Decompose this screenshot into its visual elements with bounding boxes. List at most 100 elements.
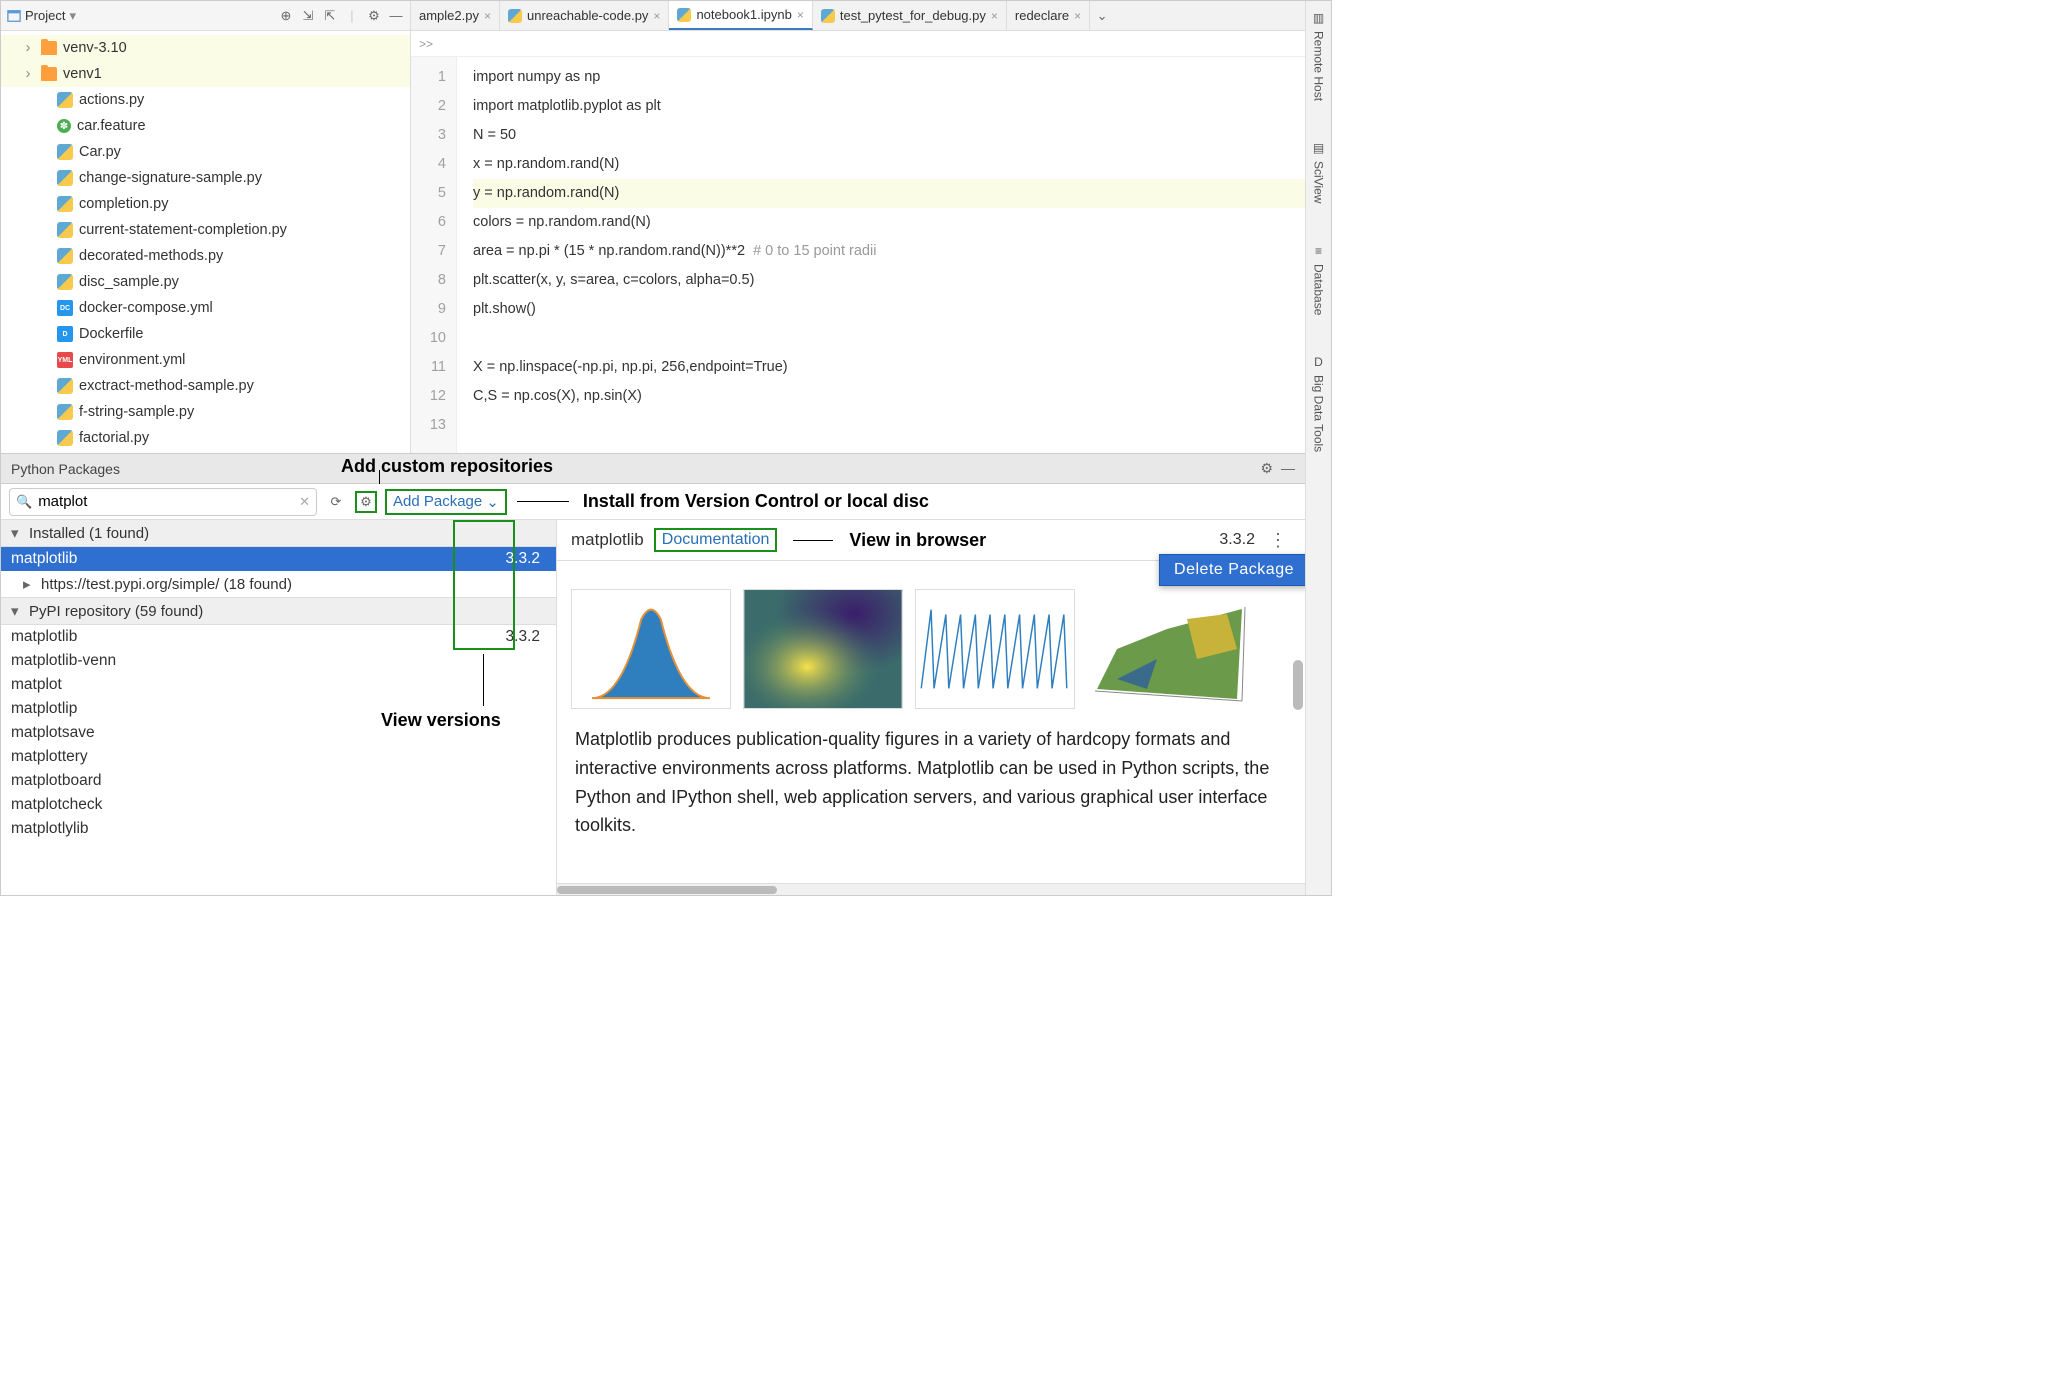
- package-group-header[interactable]: ▾Installed (1 found): [1, 520, 556, 547]
- package-row[interactable]: matplot: [1, 673, 556, 697]
- editor-tab[interactable]: unreachable-code.py ×: [500, 1, 669, 30]
- minimize-icon[interactable]: —: [388, 8, 404, 24]
- annotation-install-vc: Install from Version Control or local di…: [583, 491, 929, 512]
- tree-file[interactable]: Car.py: [1, 139, 410, 165]
- collapse-icon[interactable]: ⇱: [322, 8, 338, 24]
- tree-label: current-statement-completion.py: [79, 222, 287, 238]
- editor-tab[interactable]: ample2.py×: [411, 1, 500, 30]
- editor-tab[interactable]: redeclare×: [1007, 1, 1090, 30]
- tree-label: venv1: [63, 66, 102, 82]
- tree-folder[interactable]: ›venv-3.10: [1, 35, 410, 61]
- python-file-icon: [508, 9, 522, 23]
- tree-file[interactable]: actions.py: [1, 87, 410, 113]
- search-input[interactable]: [38, 493, 293, 510]
- code-editor[interactable]: 12345678910111213 import numpy as npimpo…: [411, 57, 1331, 453]
- tree-file[interactable]: DDockerfile: [1, 321, 410, 347]
- notebook-file-icon: [677, 8, 691, 22]
- code-lines[interactable]: import numpy as npimport matplotlib.pypl…: [457, 57, 1331, 453]
- scrollbar-horizontal[interactable]: [557, 883, 1305, 895]
- folder-icon: [41, 67, 57, 81]
- packages-title: Python Packages: [11, 461, 120, 477]
- tree-file[interactable]: DCdocker-compose.yml: [1, 295, 410, 321]
- annotation-view-browser: View in browser: [849, 530, 986, 551]
- tree-file[interactable]: f-string-sample.py: [1, 399, 410, 425]
- tree-file[interactable]: disc_sample.py: [1, 269, 410, 295]
- tree-file[interactable]: ✽car.feature: [1, 113, 410, 139]
- tree-folder[interactable]: ›venv1: [1, 61, 410, 87]
- packages-body: ▾Installed (1 found)matplotlib3.3.2▸http…: [1, 520, 1305, 895]
- package-name: matplotsave: [11, 724, 95, 742]
- tree-label: exctract-method-sample.py: [79, 378, 254, 394]
- right-tool-tab[interactable]: ≡Database: [1312, 244, 1326, 315]
- app-root: Project ▾ ⊕ ⇲ ⇱ | ⚙ — ›venv-3.10›venv1ac…: [0, 0, 1332, 896]
- package-row[interactable]: matplotboard: [1, 769, 556, 793]
- package-row[interactable]: matplotsave: [1, 721, 556, 745]
- chevron-down-icon: ▾: [69, 8, 76, 24]
- tree-file[interactable]: exctract-method-sample.py: [1, 373, 410, 399]
- chevron-down-icon: ▾: [11, 602, 23, 620]
- documentation-link[interactable]: Documentation: [654, 528, 778, 552]
- python-file-icon: [821, 9, 835, 23]
- tabs-overflow[interactable]: ⌄: [1090, 1, 1114, 30]
- right-tool-tab[interactable]: DBig Data Tools: [1312, 355, 1326, 452]
- thumbnail-spikes: [915, 589, 1075, 709]
- tree-label: environment.yml: [79, 352, 185, 368]
- close-icon[interactable]: ×: [991, 9, 998, 23]
- close-icon[interactable]: ×: [653, 9, 660, 23]
- package-row[interactable]: matplottery: [1, 745, 556, 769]
- editor-tab[interactable]: notebook1.ipynb×: [669, 1, 812, 30]
- project-selector[interactable]: Project ▾: [7, 8, 76, 24]
- tool-icon: ▥: [1313, 11, 1324, 25]
- tree-label: actions.py: [79, 92, 144, 108]
- thumbnail-surface: [1087, 589, 1247, 709]
- package-subgroup[interactable]: ▸https://test.pypi.org/simple/ (18 found…: [1, 571, 556, 598]
- close-icon[interactable]: ×: [797, 8, 804, 22]
- reload-icon[interactable]: ⟳: [325, 491, 347, 513]
- tree-label: completion.py: [79, 196, 168, 212]
- delete-package-menu-item[interactable]: Delete Package: [1159, 554, 1305, 586]
- tree-file[interactable]: decorated-methods.py: [1, 243, 410, 269]
- editor-tab[interactable]: test_pytest_for_debug.py×: [813, 1, 1007, 30]
- chevron-down-icon: ▾: [11, 524, 23, 542]
- package-name: matplotcheck: [11, 796, 102, 814]
- gear-icon[interactable]: ⚙: [1260, 460, 1273, 477]
- package-row[interactable]: matplotcheck: [1, 793, 556, 817]
- package-row[interactable]: matplotlylib: [1, 817, 556, 841]
- python-file-icon: [57, 144, 73, 160]
- gear-icon[interactable]: ⚙: [366, 8, 382, 24]
- breadcrumb[interactable]: >> ››: [411, 31, 1331, 57]
- tree-file[interactable]: current-statement-completion.py: [1, 217, 410, 243]
- package-row[interactable]: matplotlip: [1, 697, 556, 721]
- packages-list-pane: ▾Installed (1 found)matplotlib3.3.2▸http…: [1, 520, 557, 895]
- right-tool-tab[interactable]: ▥Remote Host: [1312, 11, 1326, 101]
- tree-file[interactable]: completion.py: [1, 191, 410, 217]
- locate-icon[interactable]: ⊕: [278, 8, 294, 24]
- package-row[interactable]: matplotlib-venn: [1, 649, 556, 673]
- expand-icon[interactable]: ⇲: [300, 8, 316, 24]
- close-icon[interactable]: ×: [1074, 9, 1081, 23]
- right-tool-tab[interactable]: ▤SciView: [1312, 141, 1326, 203]
- package-name: matplotlylib: [11, 820, 89, 838]
- annotation-line: [793, 540, 833, 541]
- package-row[interactable]: matplotlib3.3.2: [1, 547, 556, 571]
- scrollbar-vertical[interactable]: [1293, 660, 1303, 710]
- tab-label: unreachable-code.py: [527, 8, 648, 23]
- package-search[interactable]: 🔍 ✕: [9, 488, 317, 516]
- tree-file[interactable]: factorial.py: [1, 425, 410, 451]
- package-group-header[interactable]: ▾PyPI repository (59 found): [1, 598, 556, 625]
- minimize-icon[interactable]: —: [1281, 460, 1295, 477]
- breadcrumb-text: >>: [419, 37, 433, 51]
- settings-icon[interactable]: ⚙: [355, 491, 377, 513]
- kebab-icon[interactable]: ⋮: [1265, 530, 1291, 551]
- tree-file[interactable]: change-signature-sample.py: [1, 165, 410, 191]
- package-row[interactable]: matplotlib3.3.2: [1, 625, 556, 649]
- project-tree[interactable]: ›venv-3.10›venv1 actions.py ✽car.featureCa…: [1, 31, 410, 453]
- add-package-button[interactable]: Add Package ⌄: [385, 489, 507, 515]
- package-detail-pane: matplotlib Documentation View in browser…: [557, 520, 1305, 895]
- tool-label: SciView: [1312, 161, 1326, 203]
- clear-icon[interactable]: ✕: [299, 494, 310, 510]
- close-icon[interactable]: ×: [484, 9, 491, 23]
- python-packages-panel: Python Packages Add custom repositories …: [1, 454, 1305, 895]
- packages-toolbar: 🔍 ✕ ⟳ ⚙ Add Package ⌄ Install from Versi…: [1, 484, 1305, 520]
- tree-file[interactable]: YMLenvironment.yml: [1, 347, 410, 373]
